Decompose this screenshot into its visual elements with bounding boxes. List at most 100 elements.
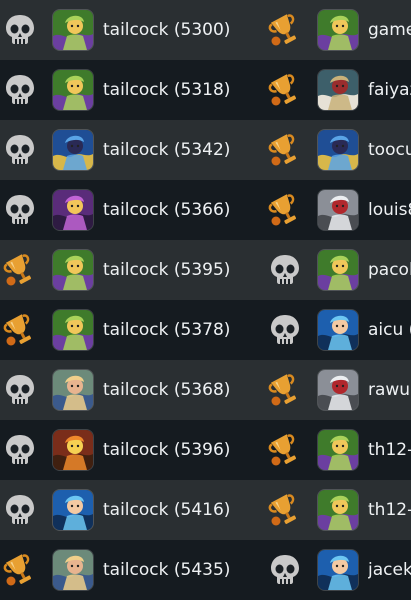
player2-name-cell: louis8	[368, 180, 411, 240]
match-row[interactable]: tailcock (5395) pacol	[0, 240, 411, 300]
player1-avatar-cell	[53, 540, 93, 600]
avatar-green-hero-icon[interactable]	[318, 10, 358, 50]
avatar-orange-monster-icon[interactable]	[53, 430, 93, 470]
player1-name-cell: tailcock (5318)	[103, 60, 263, 120]
loss-skull-icon	[267, 552, 303, 588]
match-row[interactable]: tailcock (5300) game	[0, 0, 411, 60]
player2-name[interactable]: louis8	[368, 180, 411, 240]
player2-name[interactable]: jacek	[368, 540, 411, 600]
player2-name-cell: faiyaz	[368, 60, 411, 120]
player2-name[interactable]: th12-	[368, 480, 411, 540]
win-trophy-icon	[267, 372, 303, 408]
win-trophy-icon	[2, 312, 38, 348]
player2-avatar-cell	[318, 240, 358, 300]
avatar-green-hero-icon[interactable]	[53, 10, 93, 50]
avatar-white-armor-icon[interactable]	[318, 370, 358, 410]
avatar-blue-fighter-icon[interactable]	[318, 550, 358, 590]
player2-name-cell: th12-	[368, 480, 411, 540]
player1-avatar-cell	[53, 420, 93, 480]
player1-name[interactable]: tailcock (5300)	[103, 0, 230, 60]
avatar-blue-fighter-icon[interactable]	[318, 310, 358, 350]
player1-name-cell: tailcock (5342)	[103, 120, 263, 180]
player1-outcome	[0, 120, 40, 180]
player2-avatar-cell	[318, 300, 358, 360]
player1-avatar-cell	[53, 300, 93, 360]
player2-outcome	[265, 60, 305, 120]
player1-name[interactable]: tailcock (5416)	[103, 480, 230, 540]
player1-name[interactable]: tailcock (5342)	[103, 120, 230, 180]
player1-avatar-cell	[53, 480, 93, 540]
avatar-blue-fighter-icon[interactable]	[53, 490, 93, 530]
player1-name[interactable]: tailcock (5368)	[103, 360, 230, 420]
loss-skull-icon	[2, 432, 38, 468]
player1-name[interactable]: tailcock (5395)	[103, 240, 230, 300]
player2-outcome	[265, 180, 305, 240]
player1-name-cell: tailcock (5395)	[103, 240, 263, 300]
player1-name[interactable]: tailcock (5318)	[103, 60, 230, 120]
win-trophy-icon	[2, 252, 38, 288]
match-row[interactable]: tailcock (5416) th12-	[0, 480, 411, 540]
match-row[interactable]: tailcock (5435) jacek	[0, 540, 411, 600]
avatar-green-hero-icon[interactable]	[53, 250, 93, 290]
loss-skull-icon	[2, 72, 38, 108]
avatar-blonde-man-icon[interactable]	[53, 370, 93, 410]
win-trophy-icon	[267, 72, 303, 108]
avatar-green-hero-icon[interactable]	[53, 310, 93, 350]
match-row[interactable]: tailcock (5396) th12-	[0, 420, 411, 480]
player2-avatar-cell	[318, 120, 358, 180]
player1-name-cell: tailcock (5435)	[103, 540, 263, 600]
avatar-green-hero-icon[interactable]	[318, 250, 358, 290]
player2-name[interactable]: pacol	[368, 240, 411, 300]
player1-name-cell: tailcock (5368)	[103, 360, 263, 420]
player1-avatar-cell	[53, 120, 93, 180]
player1-outcome	[0, 480, 40, 540]
player1-name-cell: tailcock (5378)	[103, 300, 263, 360]
player1-outcome	[0, 420, 40, 480]
avatar-green-hero-icon[interactable]	[318, 490, 358, 530]
player1-avatar-cell	[53, 240, 93, 300]
avatar-blue-knight-icon[interactable]	[318, 130, 358, 170]
player2-name[interactable]: game	[368, 0, 411, 60]
match-row[interactable]: tailcock (5378) aicu (	[0, 300, 411, 360]
player2-avatar-cell	[318, 0, 358, 60]
player2-outcome	[265, 360, 305, 420]
player2-name[interactable]: rawu	[368, 360, 411, 420]
player1-outcome	[0, 540, 40, 600]
player1-outcome	[0, 240, 40, 300]
avatar-green-hero-icon[interactable]	[53, 70, 93, 110]
player1-name-cell: tailcock (5416)	[103, 480, 263, 540]
player2-name[interactable]: faiyaz	[368, 60, 411, 120]
avatar-white-armor-icon[interactable]	[318, 190, 358, 230]
player1-name[interactable]: tailcock (5366)	[103, 180, 230, 240]
match-history-list: tailcock (5300) game tailcock (5318) faiyaz…	[0, 0, 411, 600]
avatar-blonde-man-icon[interactable]	[53, 550, 93, 590]
loss-skull-icon	[2, 132, 38, 168]
win-trophy-icon	[267, 432, 303, 468]
player2-name[interactable]: toocu	[368, 120, 411, 180]
match-row[interactable]: tailcock (5366) louis8	[0, 180, 411, 240]
avatar-warrior-icon[interactable]	[318, 70, 358, 110]
player1-avatar-cell	[53, 0, 93, 60]
loss-skull-icon	[267, 252, 303, 288]
match-row[interactable]: tailcock (5368) rawu	[0, 360, 411, 420]
player2-avatar-cell	[318, 480, 358, 540]
player2-name[interactable]: th12-	[368, 420, 411, 480]
player2-outcome	[265, 240, 305, 300]
win-trophy-icon	[2, 552, 38, 588]
loss-skull-icon	[2, 12, 38, 48]
win-trophy-icon	[267, 132, 303, 168]
player2-name-cell: toocu	[368, 120, 411, 180]
avatar-green-hero-icon[interactable]	[318, 430, 358, 470]
player1-outcome	[0, 0, 40, 60]
player1-name[interactable]: tailcock (5396)	[103, 420, 230, 480]
player2-name[interactable]: aicu (	[368, 300, 411, 360]
player1-name[interactable]: tailcock (5378)	[103, 300, 230, 360]
player2-name-cell: th12-	[368, 420, 411, 480]
player1-outcome	[0, 360, 40, 420]
match-row[interactable]: tailcock (5318) faiyaz	[0, 60, 411, 120]
match-row[interactable]: tailcock (5342) toocu	[0, 120, 411, 180]
player1-name[interactable]: tailcock (5435)	[103, 540, 230, 600]
avatar-blue-knight-icon[interactable]	[53, 130, 93, 170]
avatar-purple-mage-icon[interactable]	[53, 190, 93, 230]
player2-outcome	[265, 300, 305, 360]
